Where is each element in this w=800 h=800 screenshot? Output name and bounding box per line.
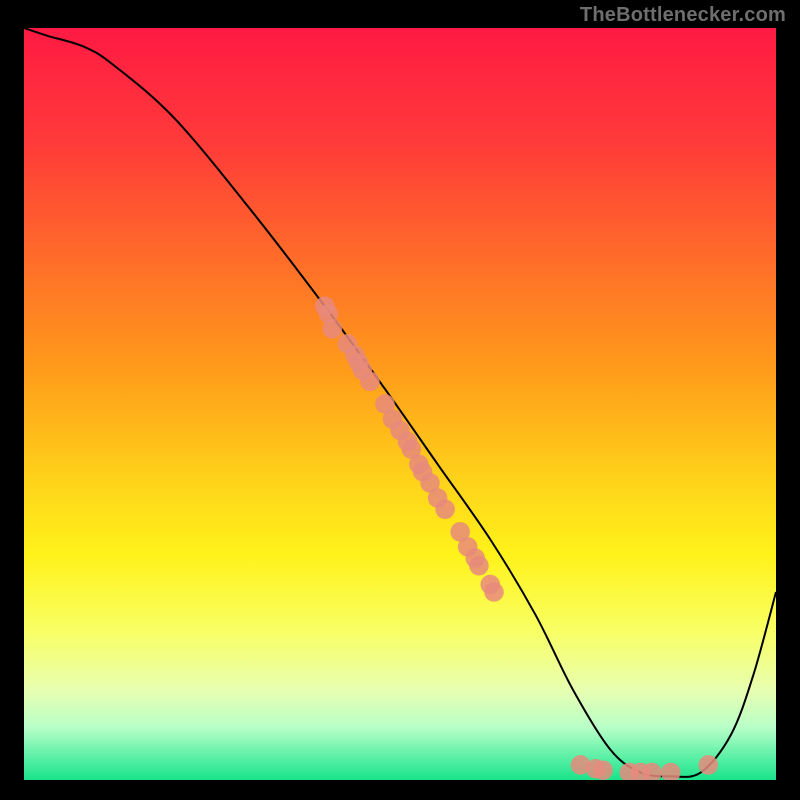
scatter-point bbox=[469, 556, 489, 576]
scatter-point bbox=[484, 582, 504, 602]
attribution-text: TheBottlenecker.com bbox=[580, 4, 786, 27]
scatter-point bbox=[323, 319, 343, 339]
chart-svg bbox=[24, 28, 776, 780]
scatter-point bbox=[360, 372, 380, 392]
scatter-point bbox=[435, 500, 455, 520]
chart-root: TheBottlenecker.com bbox=[0, 0, 800, 800]
scatter-point bbox=[593, 760, 613, 780]
gradient-background bbox=[24, 28, 776, 780]
scatter-point bbox=[699, 755, 719, 775]
chart-plot-area bbox=[24, 28, 776, 780]
